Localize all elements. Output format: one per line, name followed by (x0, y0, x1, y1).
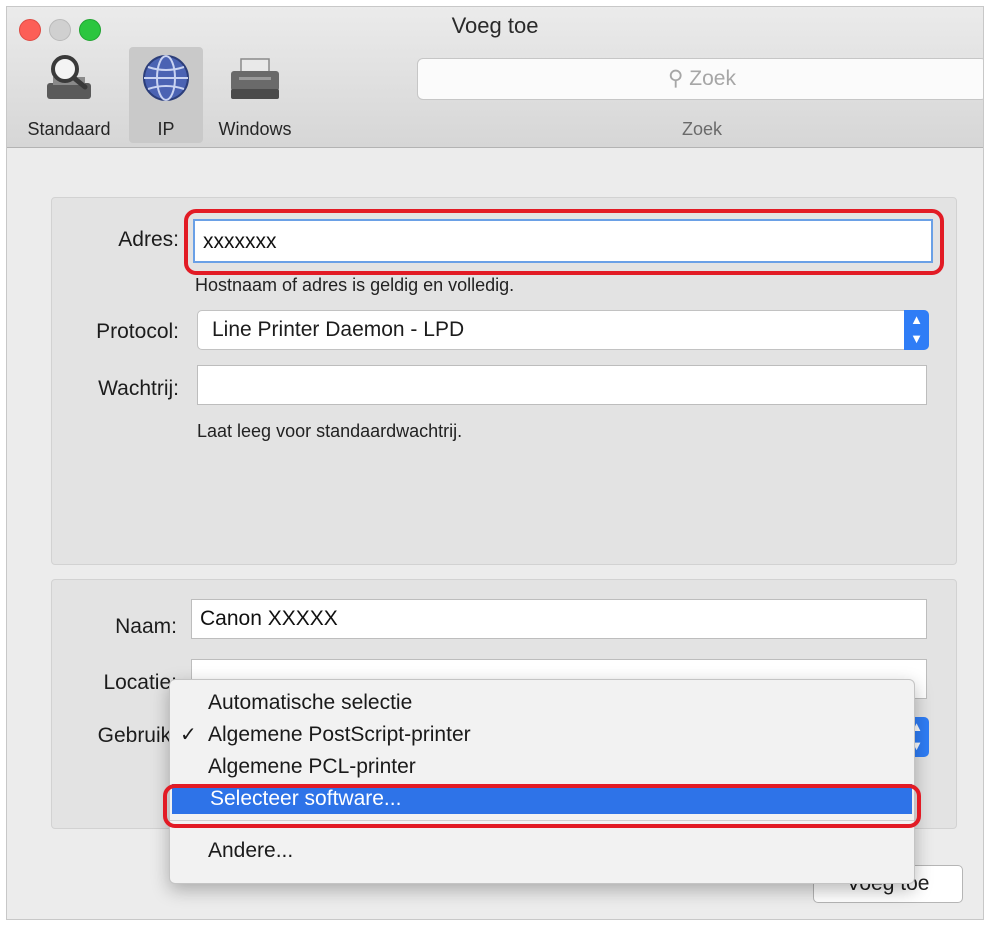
menu-item-label: Automatische selectie (208, 691, 413, 714)
address-annotation-highlight (184, 209, 944, 275)
title-bar: Voeg toe Standaard IP Windows ⚲ Zoek Zoe… (7, 7, 983, 148)
queue-hint: Laat leeg voor standaardwachtrij. (197, 421, 463, 441)
menu-item-pcl[interactable]: Algemene PCL-printer (170, 752, 914, 782)
search-field[interactable]: ⚲ Zoek (417, 58, 983, 100)
menu-item-label: Algemene PostScript-printer (208, 723, 471, 746)
menu-item-other[interactable]: Andere... (170, 836, 914, 866)
use-popup-menu: Automatische selectie ✓ Algemene PostScr… (169, 679, 915, 884)
printer-icon (231, 58, 279, 99)
toolbar-windows-label: Windows (218, 119, 292, 139)
address-hint: Hostnaam of adres is geldig en volledig. (195, 275, 515, 295)
select-software-annotation-highlight (163, 784, 921, 828)
globe-icon (143, 55, 189, 101)
checkmark-icon: ✓ (180, 724, 197, 746)
address-label: Adres: (118, 228, 179, 251)
protocol-select[interactable]: Line Printer Daemon - LPD ▲ ▼ (197, 310, 929, 350)
toolbar-standaard-label: Standaard (27, 119, 111, 139)
add-printer-window: Voeg toe Standaard IP Windows ⚲ Zoek Zoe… (6, 6, 984, 920)
updown-chevron-icon: ▲ ▼ (904, 310, 929, 350)
name-label: Naam: (115, 615, 177, 638)
queue-label: Wachtrij: (98, 377, 179, 400)
magnifier-printer-icon (47, 55, 91, 99)
toolbar-standaard-button[interactable]: Standaard (11, 47, 127, 143)
search-icon: ⚲ (668, 67, 684, 90)
toolbar-ip-label: IP (157, 119, 175, 139)
queue-input[interactable] (197, 365, 927, 405)
toolbar-windows-button[interactable]: Windows (205, 47, 305, 143)
menu-item-postscript[interactable]: ✓ Algemene PostScript-printer (170, 720, 914, 750)
name-input[interactable]: Canon XXXXX (191, 599, 927, 639)
protocol-value: Line Printer Daemon - LPD (212, 318, 465, 341)
location-label: Locatie: (103, 671, 177, 694)
toolbar-ip-button[interactable]: IP (129, 47, 203, 143)
protocol-label: Protocol: (96, 320, 179, 343)
search-placeholder: Zoek (689, 67, 736, 90)
window-title: Voeg toe (451, 13, 539, 38)
menu-item-label: Algemene PCL-printer (208, 755, 416, 778)
menu-item-label: Andere... (208, 839, 294, 862)
search-label: Zoek (681, 119, 723, 139)
menu-item-automatic[interactable]: Automatische selectie (170, 688, 914, 718)
use-label: Gebruik: (97, 724, 177, 747)
